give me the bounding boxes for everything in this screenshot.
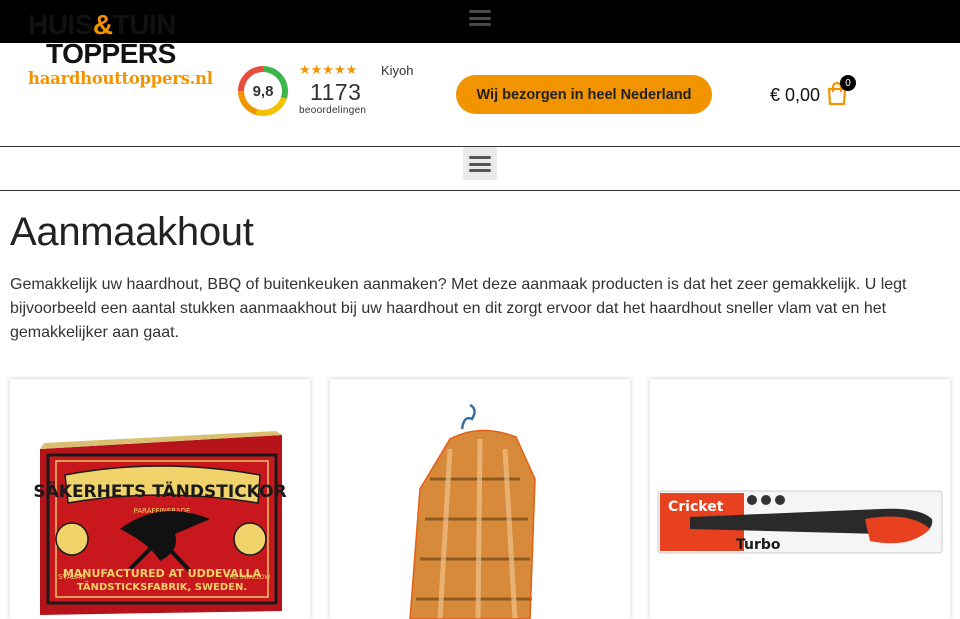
rating-score-badge[interactable]: 9,8 <box>238 66 288 116</box>
main-nav <box>0 147 960 191</box>
rating-score: 9,8 <box>244 72 282 110</box>
site-logo[interactable]: HUIS&TUIN TOPPERS haardhouttoppers.nl <box>28 9 213 96</box>
cart-count-badge: 0 <box>840 75 856 91</box>
logo-line1: HUIS&TUIN <box>28 9 176 40</box>
category-description: Gemakkelijk uw haardhout, BBQ of buitenk… <box>10 276 907 341</box>
product-card[interactable] <box>330 379 630 619</box>
matchbox-bottom2: TÄNDSTICKSFABRIK, SWEDEN. <box>77 579 247 593</box>
star-rating-icon: ★★★★★ <box>299 63 358 78</box>
kindling-wood-bag-image[interactable] <box>330 379 630 619</box>
review-count-label: beoordelingen <box>299 105 367 116</box>
page-title: Aanmaakhout <box>10 210 254 254</box>
nav-toggle-button[interactable] <box>463 147 497 180</box>
product-card[interactable]: Cricket Turbo <box>650 379 950 619</box>
logo-domain: haardhouttoppers.nl <box>28 69 213 88</box>
matchbox-product-image[interactable]: SÄKERHETS TÄNDSTICKOR PARAFFINERADE SVAL… <box>10 379 310 619</box>
matchbox-bottom1: MANUFACTURED AT UDDEVALLA <box>63 567 262 580</box>
rating-provider[interactable]: Kiyoh <box>381 63 414 78</box>
cart-total[interactable]: € 0,00 <box>770 85 820 106</box>
delivery-button[interactable]: Wij bezorgen in heel Nederland <box>456 75 712 114</box>
cricket-turbo-lighter-image[interactable]: Cricket Turbo <box>650 379 950 619</box>
hamburger-icon <box>469 156 491 172</box>
matchbox-title: SÄKERHETS TÄNDSTICKOR <box>33 480 286 502</box>
model-label: Turbo <box>736 537 781 553</box>
logo-line2: TOPPERS <box>46 38 176 69</box>
product-card[interactable]: SÄKERHETS TÄNDSTICKOR PARAFFINERADE SVAL… <box>10 379 310 619</box>
review-count: 1173 <box>310 79 362 105</box>
brand-label: Cricket <box>668 499 724 515</box>
hamburger-icon[interactable] <box>469 10 491 26</box>
